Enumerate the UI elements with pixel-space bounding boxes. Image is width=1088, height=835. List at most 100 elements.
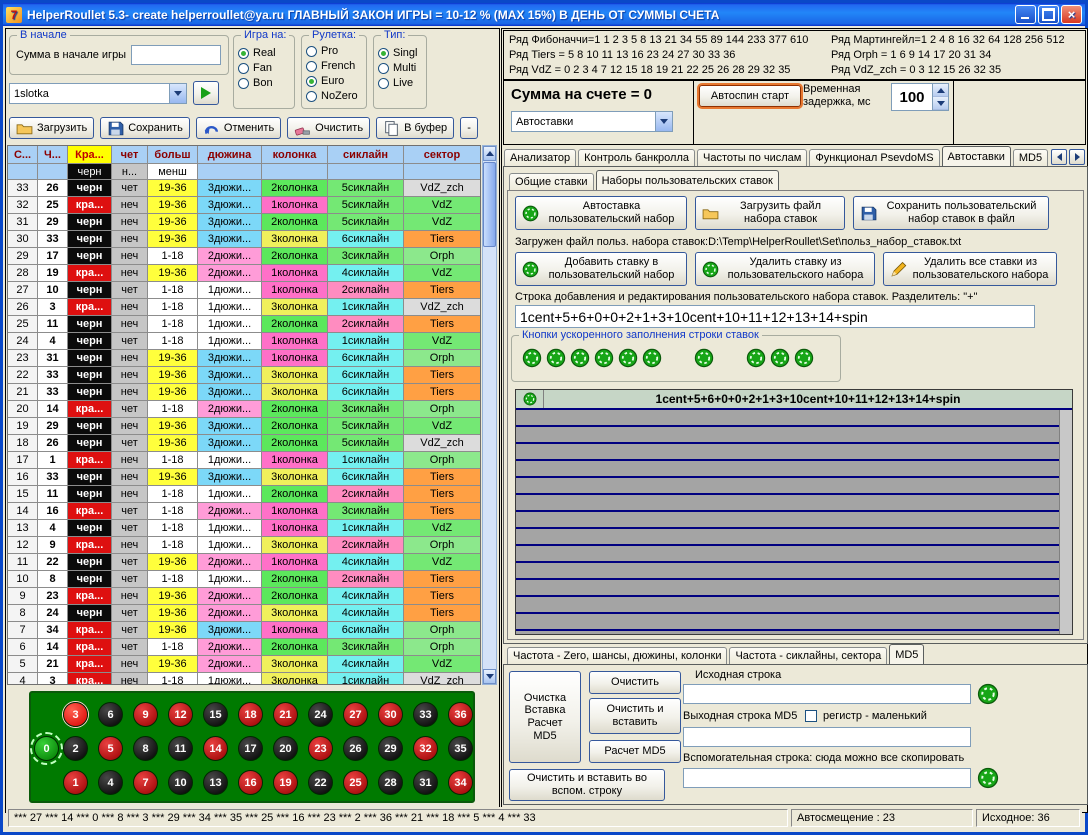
roulette-number-30[interactable]: 30 [378,702,403,727]
clear-button[interactable]: Очистить [287,117,370,139]
tab-3[interactable]: Функционал PsevdoMS [809,149,939,166]
minimize-button[interactable] [1015,5,1036,24]
tabs-scroll-right-button[interactable] [1069,149,1085,165]
chip-button[interactable] [794,348,814,368]
autobet-user-set-button[interactable]: Автоставка пользовательский набор [515,196,687,230]
roulette-number-12[interactable]: 12 [168,702,193,727]
bet-list-row[interactable] [516,410,1072,427]
table-scrollbar[interactable] [482,145,497,685]
table-row[interactable]: 1511черннеч1-181дюжи...2колонка2сиклайнT… [8,486,480,503]
radio-pro[interactable]: Pro [306,44,362,58]
bet-list-row[interactable] [516,597,1072,614]
roulette-number-26[interactable]: 26 [343,736,368,761]
table-row[interactable]: 3225кра...неч19-363дюжи...1колонка5сикла… [8,197,480,214]
table-row[interactable]: 129кра...неч1-181дюжи...3колонка2сиклайн… [8,537,480,554]
roulette-number-19[interactable]: 19 [273,770,298,795]
chip-button[interactable] [770,348,790,368]
table-row[interactable]: 2233черннеч19-363дюжи...3колонка6сиклайн… [8,367,480,384]
bet-list-row[interactable] [516,580,1072,597]
roulette-number-17[interactable]: 17 [238,736,263,761]
table-row[interactable]: 2133черннеч19-363дюжи...3колонка6сиклайн… [8,384,480,401]
save-button[interactable]: Сохранить [100,117,190,139]
roulette-number-9[interactable]: 9 [133,702,158,727]
autospin-start-button[interactable]: Автоспин старт [699,85,801,107]
roulette-number-13[interactable]: 13 [203,770,228,795]
bet-list-row[interactable] [516,478,1072,495]
roulette-number-27[interactable]: 27 [343,702,368,727]
roulette-number-31[interactable]: 31 [413,770,438,795]
roulette-number-20[interactable]: 20 [273,736,298,761]
bet-set-list[interactable]: 1cent+5+6+0+0+2+1+3+10cent+10+11+12+13+1… [515,389,1073,635]
tabs-scroll-left-button[interactable] [1051,149,1067,165]
table-row[interactable]: 3129черннеч19-363дюжи...2колонка5сиклайн… [8,214,480,231]
radio-fan[interactable]: Fan [238,61,290,75]
md5-output-input[interactable] [683,727,971,747]
md5-clear-button[interactable]: Очистить [589,671,681,694]
tab-1[interactable]: Наборы пользовательских ставок [596,170,779,190]
roulette-number-34[interactable]: 34 [448,770,473,795]
tab-2[interactable]: Частоты по числам [697,149,807,166]
roulette-number-36[interactable]: 36 [448,702,473,727]
roulette-number-7[interactable]: 7 [133,770,158,795]
maximize-button[interactable] [1038,5,1059,24]
roulette-number-28[interactable]: 28 [378,770,403,795]
table-header-cell[interactable]: сектор [404,146,481,163]
copy-buffer-button[interactable]: В буфер [376,117,454,139]
table-row[interactable]: 171кра...неч1-181дюжи...1колонка1сиклайн… [8,452,480,469]
delay-spinner[interactable]: 100 [891,83,949,111]
table-header-cell[interactable]: колонка [262,146,328,163]
table-header-cell[interactable]: Ч... [38,146,68,163]
table-row[interactable]: 263кра...неч1-181дюжи...3колонка1сиклайн… [8,299,480,316]
chip-button[interactable] [694,348,714,368]
roulette-number-15[interactable]: 15 [203,702,228,727]
slot-combobox[interactable]: 1slotka [9,83,187,104]
roulette-number-5[interactable]: 5 [98,736,123,761]
chip-button[interactable] [746,348,766,368]
roulette-number-14[interactable]: 14 [203,736,228,761]
bet-list-row[interactable] [516,563,1072,580]
tab-0[interactable]: Общие ставки [509,173,594,190]
add-bet-button[interactable]: Добавить ставку в пользовательский набор [515,252,687,286]
table-row[interactable]: 2331черннеч19-363дюжи...1колонка6сиклайн… [8,350,480,367]
bet-list-row[interactable] [516,495,1072,512]
radio-euro[interactable]: Euro [306,74,362,88]
table-row[interactable]: 244чернчет1-181дюжи...1колонка1сиклайнVd… [8,333,480,350]
md5-source-input[interactable] [683,684,971,704]
chip-button[interactable] [618,348,638,368]
md5-clear-paste-calc-button[interactable]: Очистка Вставка Расчет MD5 [509,671,581,763]
bet-list-scrollbar[interactable] [1059,410,1072,634]
roulette-number-6[interactable]: 6 [98,702,123,727]
table-header-cell[interactable]: Кра... [68,146,112,163]
bet-list-row[interactable] [516,614,1072,631]
md5-source-chip-button[interactable] [977,683,999,705]
roulette-number-21[interactable]: 21 [273,702,298,727]
radio-bon[interactable]: Bon [238,76,290,90]
table-row[interactable]: 43кра...неч1-181дюжи...3колонка1сиклайнV… [8,673,480,685]
radio-multi[interactable]: Multi [378,61,422,75]
table-row[interactable]: 614кра...чет1-182дюжи...2колонка3сиклайн… [8,639,480,656]
start-sum-input[interactable] [131,45,221,65]
table-row[interactable]: 1122чернчет19-362дюжи...1колонка4сиклайн… [8,554,480,571]
chip-button[interactable] [570,348,590,368]
tab-0[interactable]: Частота - Zero, шансы, дюжины, колонки [507,647,727,664]
table-row[interactable]: 1416кра...чет1-182дюжи...1колонка3сиклай… [8,503,480,520]
collapse-button[interactable]: - [460,117,478,139]
md5-calc-button[interactable]: Расчет MD5 [589,740,681,763]
table-row[interactable]: 734кра...чет19-363дюжи...1колонка6сиклай… [8,622,480,639]
table-row[interactable]: 3326чернчет19-363дюжи...2колонка5сиклайн… [8,180,480,197]
tab-1[interactable]: Контроль банкролла [578,149,695,166]
bet-list-row[interactable] [516,529,1072,546]
roulette-number-1[interactable]: 1 [63,770,88,795]
title-bar[interactable]: 7 HelperRoullet 5.3- create helperroulle… [3,3,1085,26]
table-row[interactable]: 2819кра...неч19-362дюжи...1колонка4сикла… [8,265,480,282]
radio-nozero[interactable]: NoZero [306,89,362,103]
scroll-up-button[interactable] [483,146,496,161]
table-row[interactable]: 134чернчет1-181дюжи...1колонка1сиклайнVd… [8,520,480,537]
scroll-down-button[interactable] [483,669,496,684]
bet-list-row[interactable] [516,546,1072,563]
radio-live[interactable]: Live [378,76,422,90]
roulette-number-2[interactable]: 2 [63,736,88,761]
roulette-number-24[interactable]: 24 [308,702,333,727]
md5-aux-chip-button[interactable] [977,767,999,789]
roulette-number-3[interactable]: 3 [63,702,88,727]
